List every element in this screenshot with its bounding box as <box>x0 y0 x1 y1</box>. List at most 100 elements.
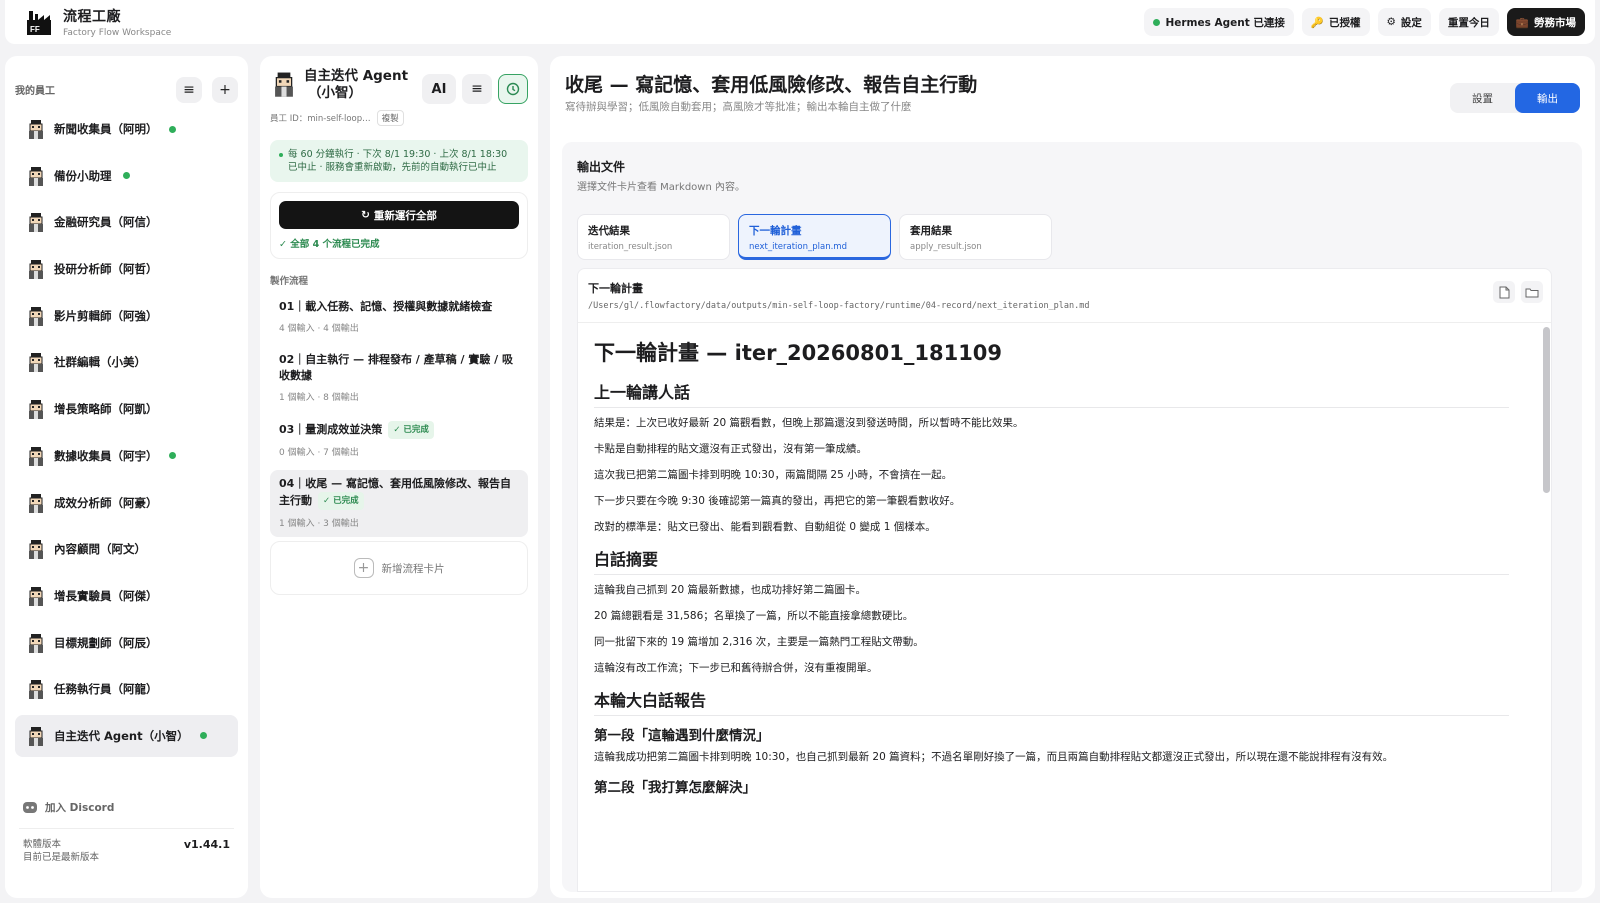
brand-subtitle: Factory Flow Workspace <box>63 28 172 38</box>
markdown-h2: 本輪大白話報告 <box>594 687 1509 716</box>
online-status-icon <box>199 732 207 740</box>
employee-name: 內容顧問（阿文） <box>54 542 146 557</box>
labor-market-button[interactable]: 💼 勞務市場 <box>1506 8 1585 36</box>
flow-meta: 0 個輸入 · 7 個輸出 <box>279 448 359 458</box>
brand: 流程工廠 Factory Flow Workspace <box>63 6 171 38</box>
employee-avatar-icon <box>29 166 43 186</box>
plus-icon: + <box>219 81 231 98</box>
employee-name: 投研分析師（阿哲） <box>54 262 158 277</box>
status-badge: ✓ 已完成 <box>318 492 364 510</box>
flow-card[interactable]: 02｜自主執行 — 排程發布 / 產草稿 / 實驗 / 吸收數據 1 個輸入 · … <box>270 346 528 411</box>
sidebar-item-employee[interactable]: 目標規劃師（阿辰） <box>15 622 238 664</box>
file-card-title: 下一輪計畫 <box>749 225 802 237</box>
status-badge-text: 已完成 <box>403 425 429 435</box>
markdown-paragraph: 這輪我成功把第二篇圖卡排到明晚 10:30，也自己抓到最新 20 篇資料；不過名… <box>594 751 1394 763</box>
sidebar-item-employee[interactable]: 影片剪輯師（阿強） <box>15 295 238 337</box>
menu-button[interactable]: ≡ <box>176 76 202 103</box>
markdown-h2: 上一輪講人話 <box>594 379 1509 408</box>
status-dot-icon <box>1153 18 1161 26</box>
open-folder-button[interactable] <box>1521 281 1543 303</box>
settings-label: 設定 <box>1400 16 1422 29</box>
rerun-all-button[interactable]: ↻ 重新運行全部 <box>279 201 519 229</box>
employee-name: 增長實驗員（阿傑） <box>54 588 158 603</box>
sidebar-item-employee[interactable]: 備份小助理 <box>15 155 238 197</box>
online-status-icon <box>122 172 130 180</box>
add-flow-card-button[interactable]: + 新增流程卡片 <box>270 541 528 595</box>
output-subtitle: 選擇文件卡片查看 Markdown 內容。 <box>577 182 745 193</box>
file-card-apply-result[interactable]: 套用結果 apply_result.json <box>899 214 1052 260</box>
markdown-paragraph: 這輪沒有改工作流；下一步已和舊待辦合併，沒有重複開單。 <box>594 662 878 674</box>
copy-id-button[interactable]: 複製 <box>376 110 404 126</box>
sidebar-item-employee[interactable]: 內容顧問（阿文） <box>15 528 238 570</box>
reset-today-label: 重置今日 <box>1447 16 1490 29</box>
flow-card[interactable]: 04｜收尾 — 寫記憶、套用低風險修改、報告自主行動 ✓ 已完成 1 個輸入 · 3… <box>270 470 528 537</box>
open-file-button[interactable] <box>1493 281 1515 303</box>
file-icon <box>1499 286 1509 298</box>
employee-list: 新聞收集員（阿明） 備份小助理金融研究員（阿信） 投研分析師（阿哲） 影片剪輯師（阿強… <box>5 108 248 757</box>
agent-status-chip[interactable]: Hermes Agent 已連接 <box>1144 8 1294 36</box>
file-card-filename: apply_result.json <box>910 242 982 252</box>
flow-meta: 1 個輸入 · 8 個輸出 <box>279 393 359 403</box>
schedule-notice: 每 60 分鐘執行 · 下次 8/1 19:30 · 上次 8/1 18:30 … <box>270 140 528 182</box>
flow-meta: 1 個輸入 · 3 個輸出 <box>279 519 359 529</box>
file-card-filename: next_iteration_plan.md <box>749 242 847 252</box>
sidebar-item-employee[interactable]: 任務執行員（阿龍） <box>15 668 238 710</box>
version-info: 軟體版本 目前已是最新版本 v1.44.1 <box>23 838 230 864</box>
discord-icon <box>23 802 37 813</box>
main-panel: 收尾 — 寫記憶、套用低風險修改、報告自主行動 寫待辦與學習；低風險自動套用；高… <box>550 56 1595 898</box>
schedule-button[interactable] <box>498 74 528 104</box>
add-employee-button[interactable]: + <box>212 76 238 103</box>
sidebar-item-employee[interactable]: 數據收集員（阿宇） <box>15 435 238 477</box>
sidebar-item-employee[interactable]: 增長策略師（阿凱） <box>15 388 238 430</box>
schedule-text: 每 60 分鐘執行 · 下次 8/1 19:30 · 上次 8/1 18:30 … <box>288 149 508 173</box>
employee-avatar-icon <box>29 493 43 513</box>
employee-name: 影片剪輯師（阿強） <box>54 308 158 323</box>
sidebar-item-employee[interactable]: 新聞收集員（阿明） <box>15 108 238 150</box>
file-card-filename: iteration_result.json <box>588 242 673 252</box>
refresh-icon: ↻ <box>361 209 370 221</box>
file-card-iteration-result[interactable]: 迭代結果 iteration_result.json <box>577 214 730 260</box>
list-button[interactable]: ≡ <box>462 74 492 104</box>
employee-sidebar: 我的員工 ≡ + 新聞收集員（阿明） 備份小助理 金融研究員（阿信） 投研分析師（阿哲… <box>5 56 248 898</box>
sidebar-item-employee[interactable]: 投研分析師（阿哲） <box>15 248 238 290</box>
authorized-label: 已授權 <box>1329 16 1361 29</box>
join-discord-link[interactable]: 加入 Discord <box>23 800 114 815</box>
markdown-h1: 下一輪計畫 — iter_20260801_181109 <box>594 341 1003 365</box>
markdown-h3: 第二段「我打算怎麼解決」 <box>594 780 756 796</box>
file-card-next-iteration-plan[interactable]: 下一輪計畫 next_iteration_plan.md <box>738 214 891 260</box>
online-status-icon <box>168 452 176 460</box>
status-badge: ✓ 已完成 <box>388 421 434 439</box>
flow-title-text: 04｜收尾 — 寫記憶、套用低風險修改、報告自主行動 <box>279 477 511 507</box>
key-icon: 🔑 <box>1310 16 1324 29</box>
authorized-button[interactable]: 🔑 已授權 <box>1301 8 1370 36</box>
flow-title-text: 03｜量測成效並決策 <box>279 423 383 436</box>
employee-avatar-icon <box>29 306 43 326</box>
scrollbar-thumb[interactable] <box>1543 327 1550 493</box>
list-icon: ≡ <box>471 81 483 97</box>
tab-output[interactable]: 輸出 <box>1515 83 1580 113</box>
settings-button[interactable]: ⚙ 設定 <box>1377 8 1431 36</box>
tab-settings[interactable]: 設置 <box>1450 83 1515 113</box>
ai-button[interactable]: AI <box>422 74 456 104</box>
run-box: ↻ 重新運行全部 ✓ 全部 4 个流程已完成 <box>270 192 528 259</box>
scrollbar[interactable] <box>1541 323 1551 891</box>
flow-title: 01｜載入任務、記憶、授權與數據就緒檢查 <box>279 299 519 315</box>
page-subtitle: 寫待辦與學習；低風險自動套用；高風險才等批准；輸出本輪自主做了什麼 <box>565 101 912 113</box>
employee-name: 數據收集員（阿宇） <box>54 448 158 463</box>
flow-card[interactable]: 03｜量測成效並決策 ✓ 已完成 0 個輸入 · 7 個輸出 <box>270 415 528 466</box>
sidebar-item-employee[interactable]: 自主迭代 Agent（小智） <box>15 714 238 757</box>
employee-name: 備份小助理 <box>54 168 112 183</box>
sidebar-item-employee[interactable]: 成效分析師（阿豪） <box>15 482 238 524</box>
flow-card[interactable]: 01｜載入任務、記憶、授權與數據就緒檢查 4 個輸入 · 4 個輸出 <box>270 293 528 342</box>
sidebar-item-employee[interactable]: 增長實驗員（阿傑） <box>15 575 238 617</box>
sidebar-item-employee[interactable]: 社群編輯（小美） <box>15 341 238 383</box>
agent-avatar-icon <box>275 72 293 97</box>
reset-today-button[interactable]: 重置今日 <box>1438 8 1499 36</box>
document-path: /Users/gl/.flowfactory/data/outputs/min-… <box>588 301 1090 311</box>
flow-title-text: 01｜載入任務、記憶、授權與數據就緒檢查 <box>279 300 493 313</box>
briefcase-icon: 💼 <box>1515 16 1529 29</box>
sidebar-item-employee[interactable]: 金融研究員（阿信） <box>15 201 238 243</box>
agent-panel: 自主迭代 Agent （小智） AI ≡ 員工 ID：min-self-loop… <box>260 56 538 898</box>
clock-icon <box>506 82 520 96</box>
flow-meta: 4 個輸入 · 4 個輸出 <box>279 324 359 334</box>
